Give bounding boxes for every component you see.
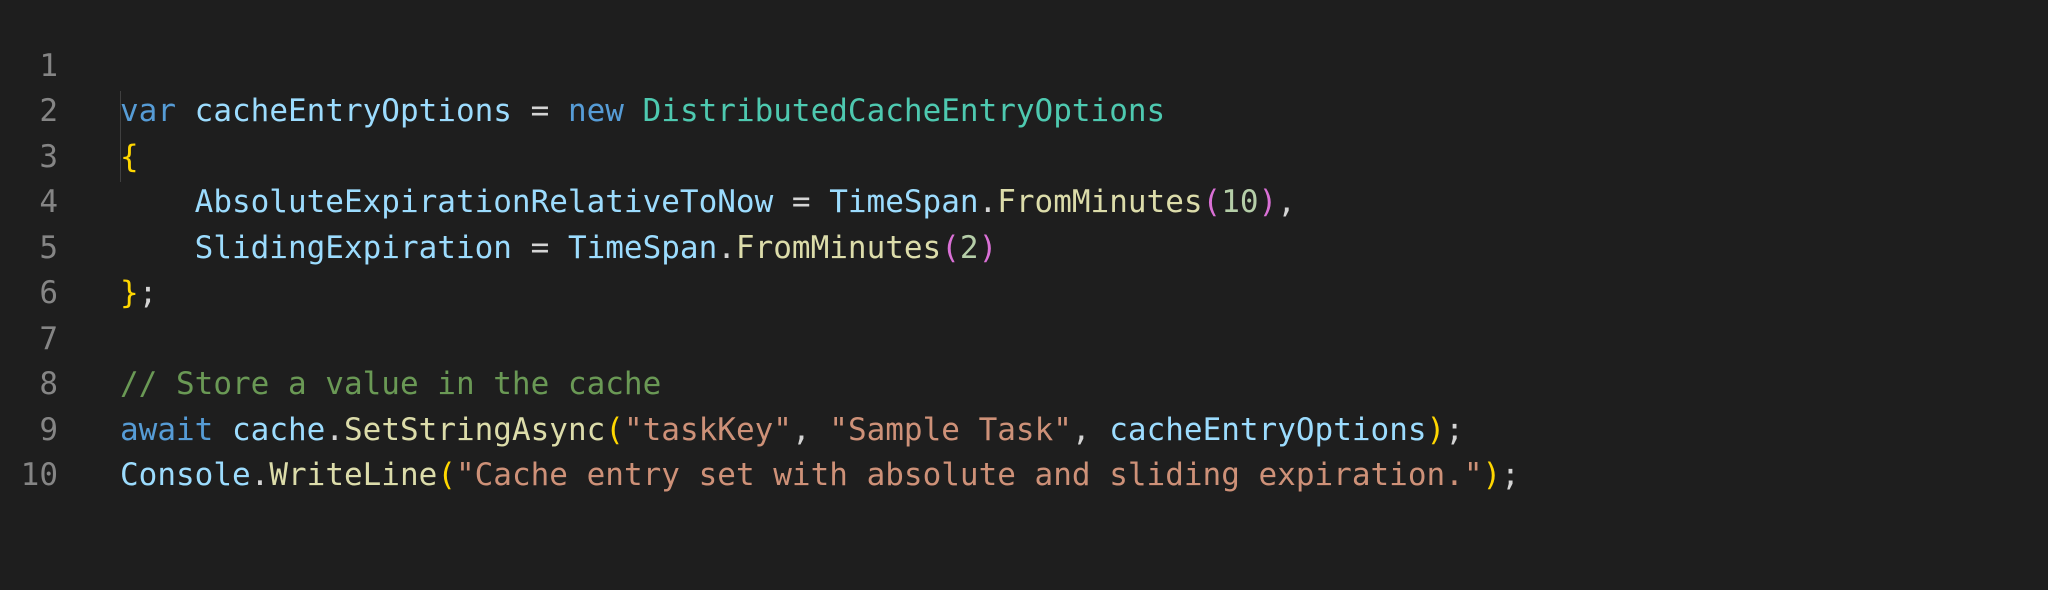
class-name: Console xyxy=(120,457,251,493)
string-literal: "Cache entry set with absolute and slidi… xyxy=(455,457,1483,493)
code-line-8: 8 await cache.SetStringAsync("taskKey", … xyxy=(0,317,2048,448)
code-line-6: 6 xyxy=(0,226,2048,311)
open-paren: ( xyxy=(437,457,456,493)
code-line-7: 7 // Store a value in the cache xyxy=(0,271,2048,403)
semicolon: ; xyxy=(1501,457,1520,493)
line-number: 10 xyxy=(20,457,58,493)
code-line-9: 9 Console.WriteLine("Cache entry set wit… xyxy=(0,362,2048,494)
close-paren: ) xyxy=(1482,457,1502,493)
code-line-3: 3 AbsoluteExpirationRelativeToNow = Time… xyxy=(0,89,2048,221)
dot: . xyxy=(250,457,270,493)
code-line-4: 4 SlidingExpiration = TimeSpan.FromMinut… xyxy=(0,135,2048,266)
code-line-10: 10 xyxy=(0,408,2048,493)
code-line-1: 1 var cacheEntryOptions = new Distribute… xyxy=(0,0,2048,130)
code-editor[interactable]: 1 var cacheEntryOptions = new Distribute… xyxy=(0,0,2048,494)
code-line-5: 5 }; xyxy=(0,180,2048,312)
code-line-2: 2 { xyxy=(0,44,2048,175)
code-text: Console.WriteLine("Cache entry set with … xyxy=(120,453,1520,499)
method-name: WriteLine xyxy=(269,457,438,493)
